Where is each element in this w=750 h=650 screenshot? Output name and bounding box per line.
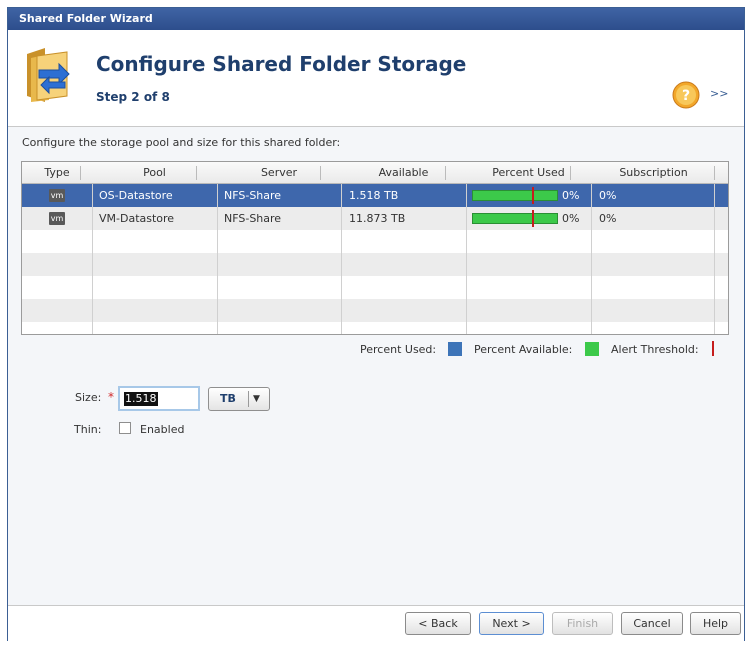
empty-row	[22, 230, 728, 253]
percent-used-bar	[472, 190, 558, 201]
server-cell: NFS-Share	[224, 189, 282, 202]
unit-dropdown[interactable]: TB ▼	[208, 387, 270, 411]
finish-button[interactable]: Finish	[552, 612, 613, 635]
help-icon[interactable]: ?	[672, 81, 700, 109]
empty-row	[22, 276, 728, 299]
column-divider	[714, 184, 715, 334]
expand-link[interactable]: >>	[710, 87, 728, 100]
next-button[interactable]: Next >	[479, 612, 544, 635]
vm-icon: vm	[49, 189, 65, 202]
legend-threshold-label: Alert Threshold:	[611, 343, 699, 356]
subscription-cell: 0%	[599, 212, 617, 225]
size-input[interactable]: 1.518	[118, 386, 200, 411]
chevron-down-icon: ▼	[253, 394, 260, 404]
column-header-available[interactable]: Available	[341, 162, 466, 184]
column-divider	[591, 184, 592, 334]
available-cell: 1.518 TB	[349, 189, 399, 202]
column-header-subscription[interactable]: Subscription	[591, 162, 716, 184]
thin-enabled-label[interactable]: Enabled	[140, 423, 184, 436]
empty-row	[22, 299, 728, 322]
back-button[interactable]: < Back	[405, 612, 471, 635]
column-divider	[466, 184, 467, 334]
legend-threshold-marker	[712, 341, 714, 356]
column-header-type[interactable]: Type	[22, 162, 92, 184]
alert-threshold-marker	[532, 187, 534, 204]
unit-value: TB	[220, 392, 236, 405]
table-row[interactable]: vm OS-Datastore NFS-Share 1.518 TB 0% 0%	[22, 184, 728, 207]
legend-available-label: Percent Available:	[474, 343, 573, 356]
server-cell: NFS-Share	[224, 212, 282, 225]
size-label: Size:	[75, 391, 102, 404]
page-title: Configure Shared Folder Storage	[96, 52, 467, 76]
column-header-percent-used[interactable]: Percent Used	[466, 162, 591, 184]
cancel-button[interactable]: Cancel	[621, 612, 683, 635]
storage-pool-table: Type Pool Server Available Percent Used …	[21, 161, 729, 335]
legend-used-swatch	[448, 342, 462, 356]
wizard-footer: < Back Next > Finish Cancel Help	[8, 605, 744, 643]
column-divider	[341, 184, 342, 334]
column-header-pool[interactable]: Pool	[92, 162, 217, 184]
window-title: Shared Folder Wizard	[8, 8, 744, 30]
legend-available-swatch	[585, 342, 599, 356]
empty-row	[22, 253, 728, 276]
empty-row	[22, 322, 728, 334]
help-button[interactable]: Help	[690, 612, 741, 635]
percent-used-bar	[472, 213, 558, 224]
thin-label: Thin:	[74, 423, 102, 436]
alert-threshold-marker	[532, 210, 534, 227]
vm-icon: vm	[49, 212, 65, 225]
instruction-text: Configure the storage pool and size for …	[22, 136, 341, 149]
percent-used-cell: 0%	[562, 212, 580, 225]
size-input-value: 1.518	[124, 392, 158, 406]
subscription-cell: 0%	[599, 189, 617, 202]
wizard-header: Configure Shared Folder Storage Step 2 o…	[8, 30, 744, 127]
wizard-content: Configure the storage pool and size for …	[8, 127, 744, 605]
legend-used-label: Percent Used:	[360, 343, 437, 356]
pool-cell: OS-Datastore	[99, 189, 173, 202]
thin-enabled-checkbox[interactable]	[119, 422, 131, 434]
column-header-server[interactable]: Server	[217, 162, 341, 184]
pool-cell: VM-Datastore	[99, 212, 175, 225]
wizard-window: Shared Folder Wizard Configure Shared Fo…	[7, 7, 745, 643]
percent-used-cell: 0%	[562, 189, 580, 202]
shared-folder-icon	[27, 48, 70, 102]
table-row[interactable]: vm VM-Datastore NFS-Share 11.873 TB 0% 0…	[22, 207, 728, 230]
table-header: Type Pool Server Available Percent Used …	[22, 162, 728, 184]
column-divider	[92, 184, 93, 334]
required-marker: *	[108, 390, 114, 404]
column-divider	[217, 184, 218, 334]
step-indicator: Step 2 of 8	[96, 90, 170, 104]
available-cell: 11.873 TB	[349, 212, 406, 225]
svg-text:?: ?	[682, 88, 690, 104]
